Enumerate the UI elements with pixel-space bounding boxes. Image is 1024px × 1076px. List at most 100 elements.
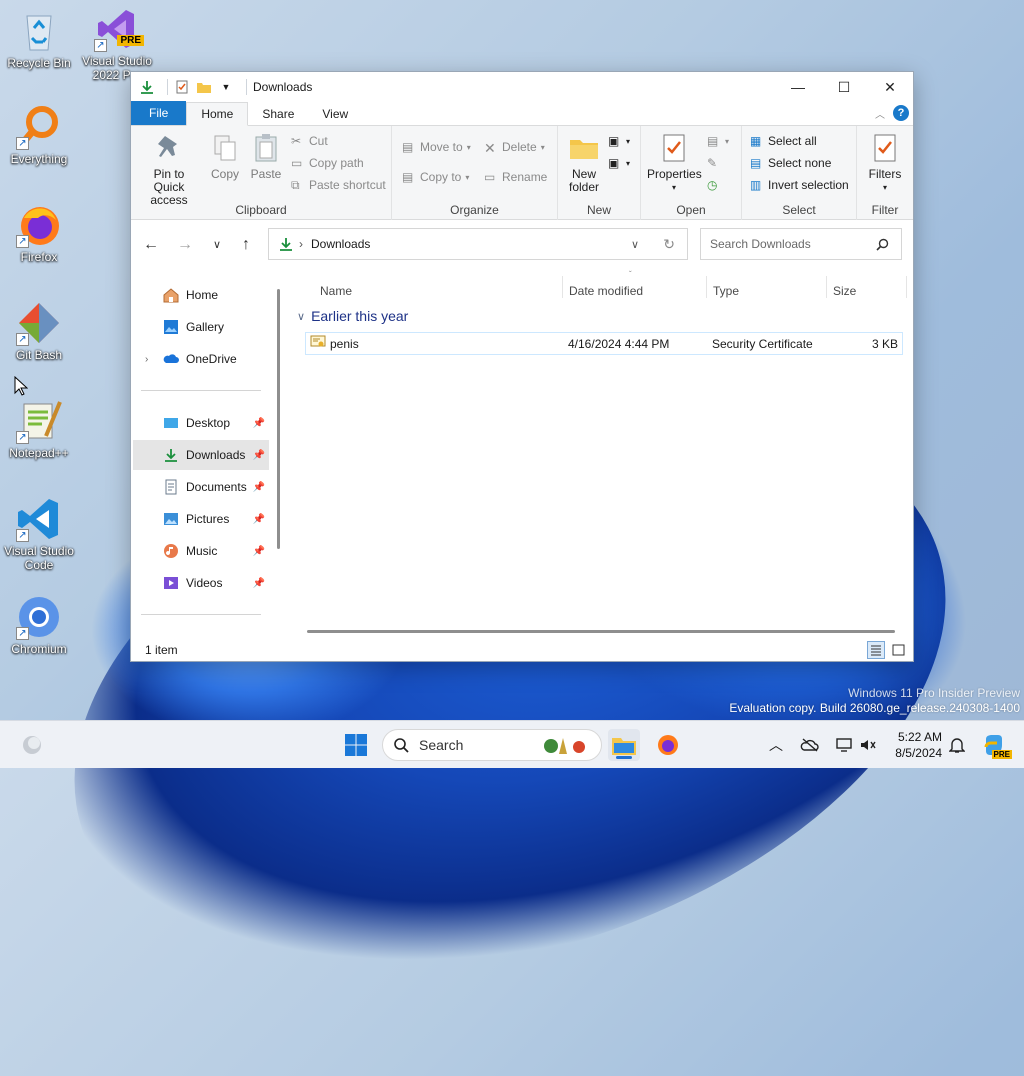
column-header-size[interactable]: Size: [833, 278, 856, 304]
nav-item-pictures[interactable]: Pictures 📌: [133, 504, 269, 534]
paste-button[interactable]: Paste: [247, 132, 285, 181]
edit-button[interactable]: ✎: [707, 156, 721, 170]
details-view-button[interactable]: [867, 641, 885, 659]
nav-item-home[interactable]: Home: [133, 280, 269, 310]
copy-button[interactable]: Copy: [207, 132, 243, 181]
desktop-icon-notepad-plus-plus[interactable]: ↗ Notepad++: [2, 398, 76, 460]
filters-button[interactable]: Filters ▾: [863, 132, 907, 194]
properties-button[interactable]: Properties ▾: [647, 132, 702, 194]
new-item-button[interactable]: ▣ ▾: [608, 134, 630, 148]
cut-button[interactable]: ✂ Cut: [291, 134, 328, 148]
properties-quick-access-icon[interactable]: [174, 79, 190, 95]
running-indicator: [616, 756, 632, 759]
invert-selection-button[interactable]: ▥ Invert selection: [750, 178, 849, 192]
customize-quick-access-chevron-icon[interactable]: ▼: [218, 79, 234, 95]
address-history-chevron-icon[interactable]: ∨: [631, 238, 639, 251]
tab-view[interactable]: View: [308, 103, 362, 125]
rename-button[interactable]: ▭ Rename: [484, 170, 547, 184]
column-separator[interactable]: [826, 276, 827, 298]
select-none-button[interactable]: ▤ Select none: [750, 156, 831, 170]
desktop-icon-git-bash[interactable]: ↗ Git Bash: [2, 300, 76, 362]
new-folder-quick-access-icon[interactable]: [196, 79, 212, 95]
tray-cloud-offline[interactable]: [796, 729, 824, 761]
column-header-date-modified[interactable]: Date modified: [569, 278, 643, 304]
easy-access-button[interactable]: ▣ ▾: [608, 156, 630, 170]
pin-icon[interactable]: 📌: [253, 450, 265, 461]
system-clock[interactable]: 5:22 AM 8/5/2024: [884, 729, 942, 761]
navigation-scrollbar[interactable]: [277, 289, 280, 549]
pin-icon[interactable]: 📌: [253, 546, 265, 557]
copy-path-button[interactable]: ▭ Copy path: [291, 156, 364, 170]
nav-item-label: Gallery: [186, 320, 225, 334]
move-to-button[interactable]: ▤ Move to ▾: [402, 140, 471, 154]
firefox-icon: [658, 735, 678, 755]
tray-network[interactable]: [830, 729, 858, 761]
start-button[interactable]: [340, 729, 372, 761]
desktop-icon-firefox[interactable]: ↗ Firefox: [2, 202, 76, 264]
nav-item-documents[interactable]: Documents 📌: [133, 472, 269, 502]
large-icons-view-button[interactable]: [889, 641, 907, 659]
nav-item-label: Pictures: [186, 512, 230, 526]
nav-item-videos[interactable]: Videos 📌: [133, 568, 269, 598]
group-header[interactable]: ∨ Earlier this year: [297, 308, 408, 324]
nav-item-music[interactable]: Music 📌: [133, 536, 269, 566]
taskbar-file-explorer[interactable]: [608, 729, 640, 761]
tab-home[interactable]: Home: [186, 102, 249, 126]
open-button[interactable]: ▤ ▾: [707, 134, 729, 148]
copilot-button[interactable]: PRE: [978, 729, 1012, 761]
new-folder-button[interactable]: New folder: [564, 132, 604, 194]
desktop-icon-recycle-bin[interactable]: Recycle Bin: [2, 8, 76, 70]
pin-icon[interactable]: 📌: [253, 514, 265, 525]
widgets-button[interactable]: [16, 729, 48, 761]
search-input[interactable]: Search Downloads: [700, 228, 902, 260]
refresh-icon[interactable]: ↻: [663, 236, 675, 253]
desktop-icon-chromium[interactable]: ↗ Chromium: [2, 594, 76, 656]
paste-shortcut-button[interactable]: ⧉ Paste shortcut: [291, 178, 386, 192]
firefox-icon: ↗: [16, 202, 62, 248]
column-header-name[interactable]: Name: [320, 278, 352, 304]
history-button[interactable]: ◷: [707, 178, 721, 192]
expand-chevron-icon[interactable]: ›: [145, 354, 148, 365]
column-header-type[interactable]: Type: [713, 278, 739, 304]
maximize-button[interactable]: ☐: [821, 72, 867, 102]
column-separator[interactable]: [706, 276, 707, 298]
collapse-ribbon-chevron-icon[interactable]: ︿: [875, 106, 885, 121]
notifications-button[interactable]: [944, 729, 970, 761]
show-hidden-icons-button[interactable]: ︿: [764, 729, 788, 761]
help-button[interactable]: ?: [893, 105, 909, 121]
desktop-icon-vscode[interactable]: ↗ Visual Studio Code: [2, 496, 76, 572]
nav-item-gallery[interactable]: Gallery: [133, 312, 269, 342]
nav-item-downloads[interactable]: Downloads 📌: [133, 440, 269, 470]
delete-button[interactable]: ✕ Delete ▾: [484, 140, 545, 156]
shortcut-arrow-icon: ↗: [16, 137, 29, 150]
pin-icon[interactable]: 📌: [253, 578, 265, 589]
network-icon: [836, 738, 852, 752]
pin-icon[interactable]: 📌: [253, 482, 265, 493]
nav-item-onedrive[interactable]: › OneDrive: [133, 344, 269, 374]
horizontal-scrollbar[interactable]: [307, 630, 895, 633]
table-row[interactable]: penis 4/16/2024 4:44 PM Security Certifi…: [305, 332, 903, 355]
nav-item-desktop[interactable]: Desktop 📌: [133, 408, 269, 438]
search-icon: [394, 738, 409, 753]
taskbar-search[interactable]: Search: [382, 729, 602, 761]
tab-file[interactable]: File: [131, 101, 187, 125]
forward-button[interactable]: →: [173, 233, 197, 257]
back-button[interactable]: ←: [139, 233, 163, 257]
column-separator[interactable]: [906, 276, 907, 298]
pin-to-quick-access-button[interactable]: Pin to Quick access: [137, 132, 201, 207]
minimize-button[interactable]: —: [775, 72, 821, 102]
address-bar[interactable]: › Downloads ∨ ↻: [268, 228, 688, 260]
copy-to-button[interactable]: ▤ Copy to ▾: [402, 170, 469, 184]
desktop-icon-everything[interactable]: ↗ Everything: [2, 104, 76, 166]
title-bar[interactable]: ▼ Downloads — ☐ ✕: [131, 72, 913, 102]
select-all-button[interactable]: ▦ Select all: [750, 134, 817, 148]
tray-volume[interactable]: [856, 729, 880, 761]
close-button[interactable]: ✕: [867, 72, 913, 102]
tab-share[interactable]: Share: [248, 103, 308, 125]
breadcrumb-downloads[interactable]: Downloads: [311, 237, 370, 251]
up-button[interactable]: ↑: [234, 233, 258, 257]
column-separator[interactable]: [562, 276, 563, 298]
recent-locations-chevron-icon[interactable]: ∨: [205, 233, 229, 257]
taskbar-firefox[interactable]: [652, 729, 684, 761]
pin-icon[interactable]: 📌: [253, 418, 265, 429]
